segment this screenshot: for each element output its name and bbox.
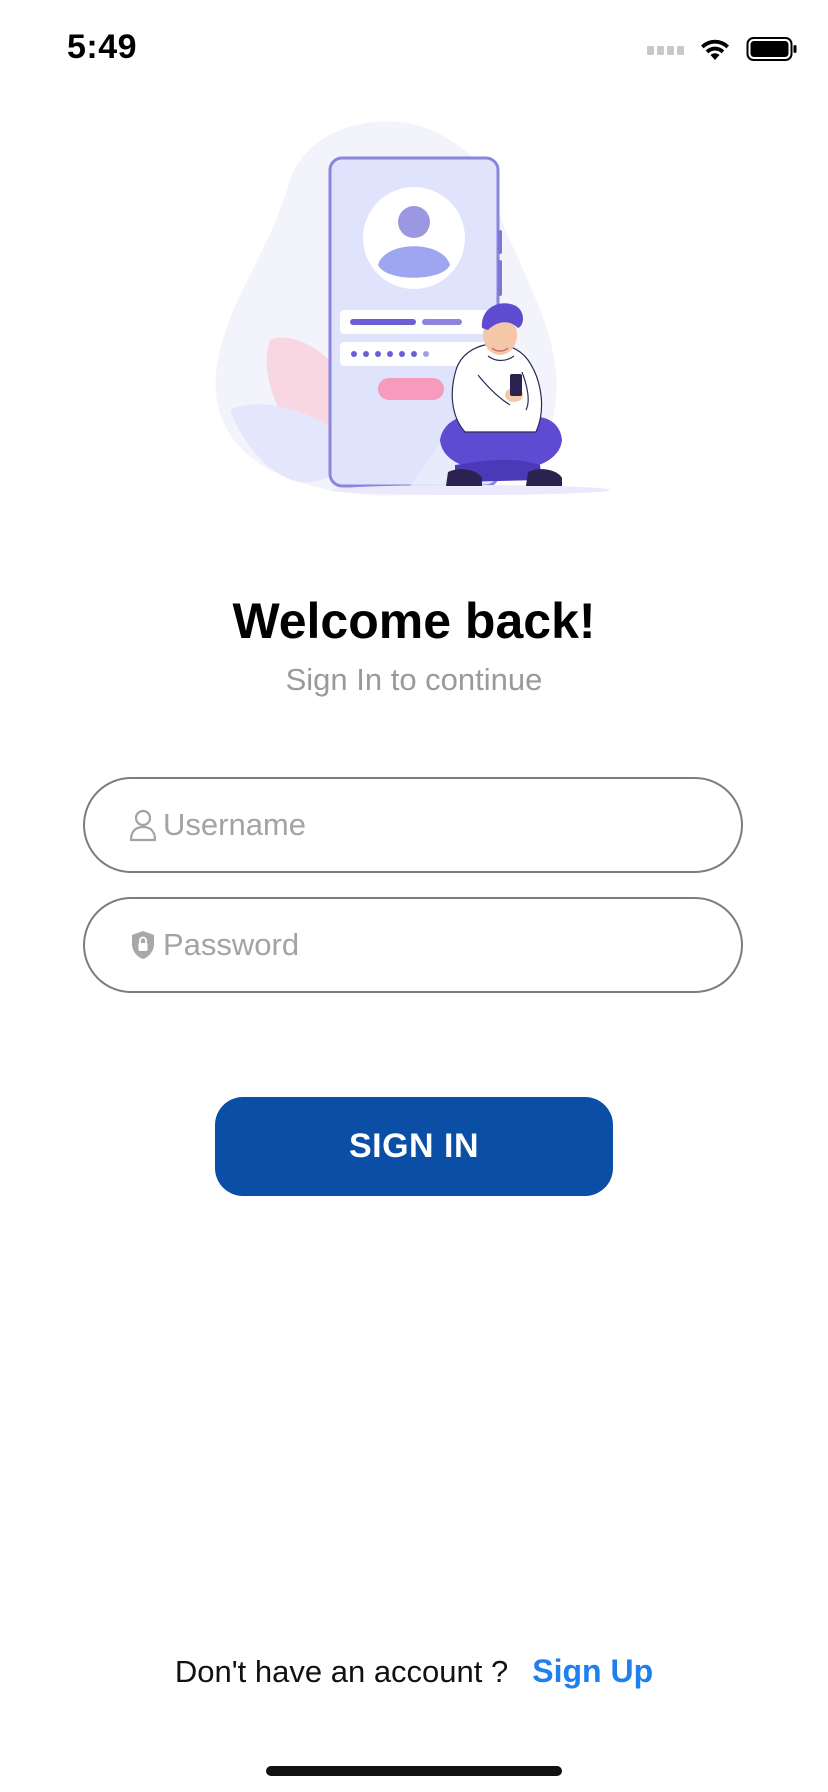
user-icon <box>127 807 159 843</box>
page-subtitle: Sign In to continue <box>285 662 543 697</box>
signal-icon <box>647 43 684 55</box>
sign-up-prompt-text: Don't have an account ? <box>174 1653 509 1689</box>
status-icons <box>647 36 798 62</box>
sign-in-screen: 5:49 Welcome back! Sign In to continue U… <box>0 0 828 1792</box>
password-input[interactable] <box>163 927 683 963</box>
password-field[interactable] <box>83 897 743 993</box>
sign-up-prompt: Don't have an account ? Sign Up <box>0 1653 828 1690</box>
username-field[interactable] <box>83 777 743 873</box>
battery-icon <box>746 37 797 61</box>
status-bar: 5:49 <box>0 0 828 100</box>
sign-in-button[interactable]: SIGN IN <box>215 1097 613 1196</box>
sign-up-link[interactable]: Sign Up <box>532 1653 653 1690</box>
lock-shield-icon <box>127 927 159 963</box>
login-illustration <box>215 121 610 496</box>
wifi-icon <box>701 39 729 60</box>
username-input[interactable] <box>163 807 683 843</box>
home-indicator[interactable] <box>266 1766 562 1776</box>
page-title: Welcome back! <box>232 593 596 649</box>
status-time: 5:49 <box>67 28 138 66</box>
